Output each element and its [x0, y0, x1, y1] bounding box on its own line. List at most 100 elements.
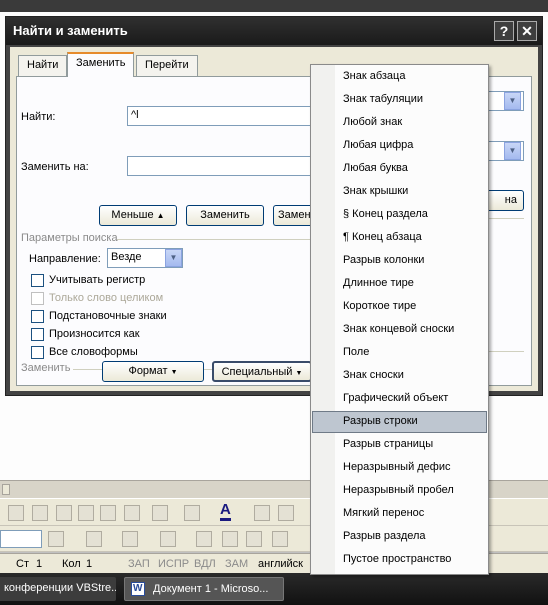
close-button[interactable]: ✕	[517, 21, 537, 41]
format-button[interactable]: Формат ▼	[102, 361, 204, 382]
find-input-tail[interactable]: ▼	[486, 91, 524, 111]
tab-replace[interactable]: Заменить	[67, 52, 135, 77]
oval-icon[interactable]	[8, 505, 24, 521]
chevron-down-icon[interactable]: ▼	[165, 249, 182, 267]
replace-section-label: Заменить	[21, 362, 71, 374]
special-menu: Знак абзаца Знак табуляции Любой знак Лю…	[310, 64, 489, 575]
replace-section-divider-tail	[486, 351, 524, 352]
menu-item-paragraph-mark[interactable]: Знак абзаца	[312, 66, 487, 88]
word-forms-checkbox[interactable]	[31, 346, 44, 359]
whole-word-checkbox	[31, 292, 44, 305]
font-color-icon[interactable]: A	[220, 502, 231, 521]
dialog-title-bar[interactable]: Найти и заменить ? ✕	[6, 17, 542, 45]
shading-icon[interactable]	[122, 531, 138, 547]
special-button[interactable]: Специальный ▼	[212, 361, 312, 382]
line-color-icon[interactable]	[184, 505, 200, 521]
columns-icon[interactable]	[196, 531, 212, 547]
menu-item-white-space[interactable]: Пустое пространство	[312, 549, 487, 571]
menu-item-optional-hyphen[interactable]: Мягкий перенос	[312, 503, 487, 525]
sounds-like-label[interactable]: Произносится как	[49, 328, 140, 340]
status-ext[interactable]: ВДЛ	[194, 558, 216, 570]
whole-word-label: Только слово целиком	[49, 292, 164, 304]
taskbar-item-document-label: Документ 1 - Microso...	[153, 583, 269, 595]
taskbar-item-conference[interactable]: конференции VBStre...	[0, 577, 116, 601]
arrow-up-icon: ▲	[156, 211, 165, 220]
find-input[interactable]: ^l	[127, 106, 317, 126]
match-case-label[interactable]: Учитывать регистр	[49, 274, 145, 286]
chevron-down-icon[interactable]: ▼	[504, 142, 521, 160]
menu-item-column-break[interactable]: Разрыв колонки	[312, 250, 487, 272]
table-icon[interactable]	[160, 531, 176, 547]
search-params-label: Параметры поиска	[21, 232, 118, 244]
menu-item-en-dash[interactable]: Короткое тире	[312, 296, 487, 318]
chevron-down-icon: ▼	[170, 369, 178, 376]
replace-input[interactable]	[127, 156, 317, 176]
line-style-icon[interactable]	[254, 505, 270, 521]
status-column-num: 1	[86, 558, 93, 570]
menu-item-endnote-mark[interactable]: Знак концевой сноски	[312, 319, 487, 341]
picture-icon[interactable]	[124, 505, 140, 521]
direction-select[interactable]: Везде ▼	[107, 248, 183, 268]
menu-item-nonbreaking-hyphen[interactable]: Неразрывный дефис	[312, 457, 487, 479]
menu-item-tab-char[interactable]: Знак табуляции	[312, 89, 487, 111]
replace-input-tail[interactable]: ▼	[486, 141, 524, 161]
clipart-icon[interactable]	[100, 505, 116, 521]
tab-find[interactable]: Найти	[18, 55, 68, 76]
scroll-left-icon[interactable]	[2, 484, 10, 495]
menu-item-section-break[interactable]: Разрыв раздела	[312, 526, 487, 548]
borders-icon[interactable]	[86, 531, 102, 547]
help-button[interactable]: ?	[494, 21, 514, 41]
less-button-label: Меньше	[111, 209, 154, 221]
less-button[interactable]: Меньше ▲	[99, 205, 177, 226]
status-column: Кол	[62, 558, 81, 570]
bullets-icon[interactable]	[272, 531, 288, 547]
menu-item-paragraph-end[interactable]: ¶ Конец абзаца	[312, 227, 487, 249]
replace-button[interactable]: Заменить	[186, 205, 264, 226]
dash-style-icon[interactable]	[278, 505, 294, 521]
dialog-title: Найти и заменить	[13, 23, 128, 38]
wildcards-checkbox[interactable]	[31, 310, 44, 323]
menu-item-any-digit[interactable]: Любая цифра	[312, 135, 487, 157]
special-button-label: Специальный	[221, 366, 293, 378]
menu-item-line-break[interactable]: Разрыв строки	[312, 411, 487, 433]
word-icon	[131, 582, 145, 596]
fill-color-icon[interactable]	[152, 505, 168, 521]
menu-item-page-break[interactable]: Разрыв страницы	[312, 434, 487, 456]
align-icon[interactable]	[222, 531, 238, 547]
status-language: английск	[258, 558, 303, 570]
highlight-icon[interactable]	[48, 531, 64, 547]
format-button-label: Формат	[128, 365, 168, 377]
menu-item-section-end[interactable]: § Конец раздела	[312, 204, 487, 226]
wildcards-label[interactable]: Подстановочные знаки	[49, 310, 167, 322]
menu-item-nonbreaking-space[interactable]: Неразрывный пробел	[312, 480, 487, 502]
menu-item-caret[interactable]: Знак крышки	[312, 181, 487, 203]
status-page-num: 1	[36, 558, 43, 570]
status-ovr[interactable]: ЗАМ	[225, 558, 248, 570]
chevron-down-icon: ▼	[295, 370, 303, 377]
indent-icon[interactable]	[246, 531, 262, 547]
direction-value: Везде	[111, 251, 142, 263]
taskbar: конференции VBStre... Документ 1 - Micro…	[0, 573, 548, 605]
status-page: Ст	[16, 558, 29, 570]
tab-goto[interactable]: Перейти	[136, 55, 198, 76]
wordart-icon[interactable]	[56, 505, 72, 521]
status-rec[interactable]: ЗАП	[128, 558, 150, 570]
sounds-like-checkbox[interactable]	[31, 328, 44, 341]
status-trk[interactable]: ИСПР	[158, 558, 189, 570]
menu-item-any-char[interactable]: Любой знак	[312, 112, 487, 134]
style-combo[interactable]	[0, 530, 42, 548]
menu-item-any-letter[interactable]: Любая буква	[312, 158, 487, 180]
word-forms-label[interactable]: Все словоформы	[49, 346, 138, 358]
textbox-icon[interactable]	[32, 505, 48, 521]
menu-item-graphic[interactable]: Графический объект	[312, 388, 487, 410]
menu-item-footnote-mark[interactable]: Знак сноски	[312, 365, 487, 387]
find-label: Найти:	[21, 111, 56, 123]
taskbar-item-document[interactable]: Документ 1 - Microso...	[124, 577, 284, 601]
direction-label: Направление:	[29, 253, 101, 265]
menu-item-em-dash[interactable]: Длинное тире	[312, 273, 487, 295]
diagram-icon[interactable]	[78, 505, 94, 521]
match-case-checkbox[interactable]	[31, 274, 44, 287]
replace-label: Заменить на:	[21, 161, 89, 173]
menu-item-field[interactable]: Поле	[312, 342, 487, 364]
chevron-down-icon[interactable]: ▼	[504, 92, 521, 110]
